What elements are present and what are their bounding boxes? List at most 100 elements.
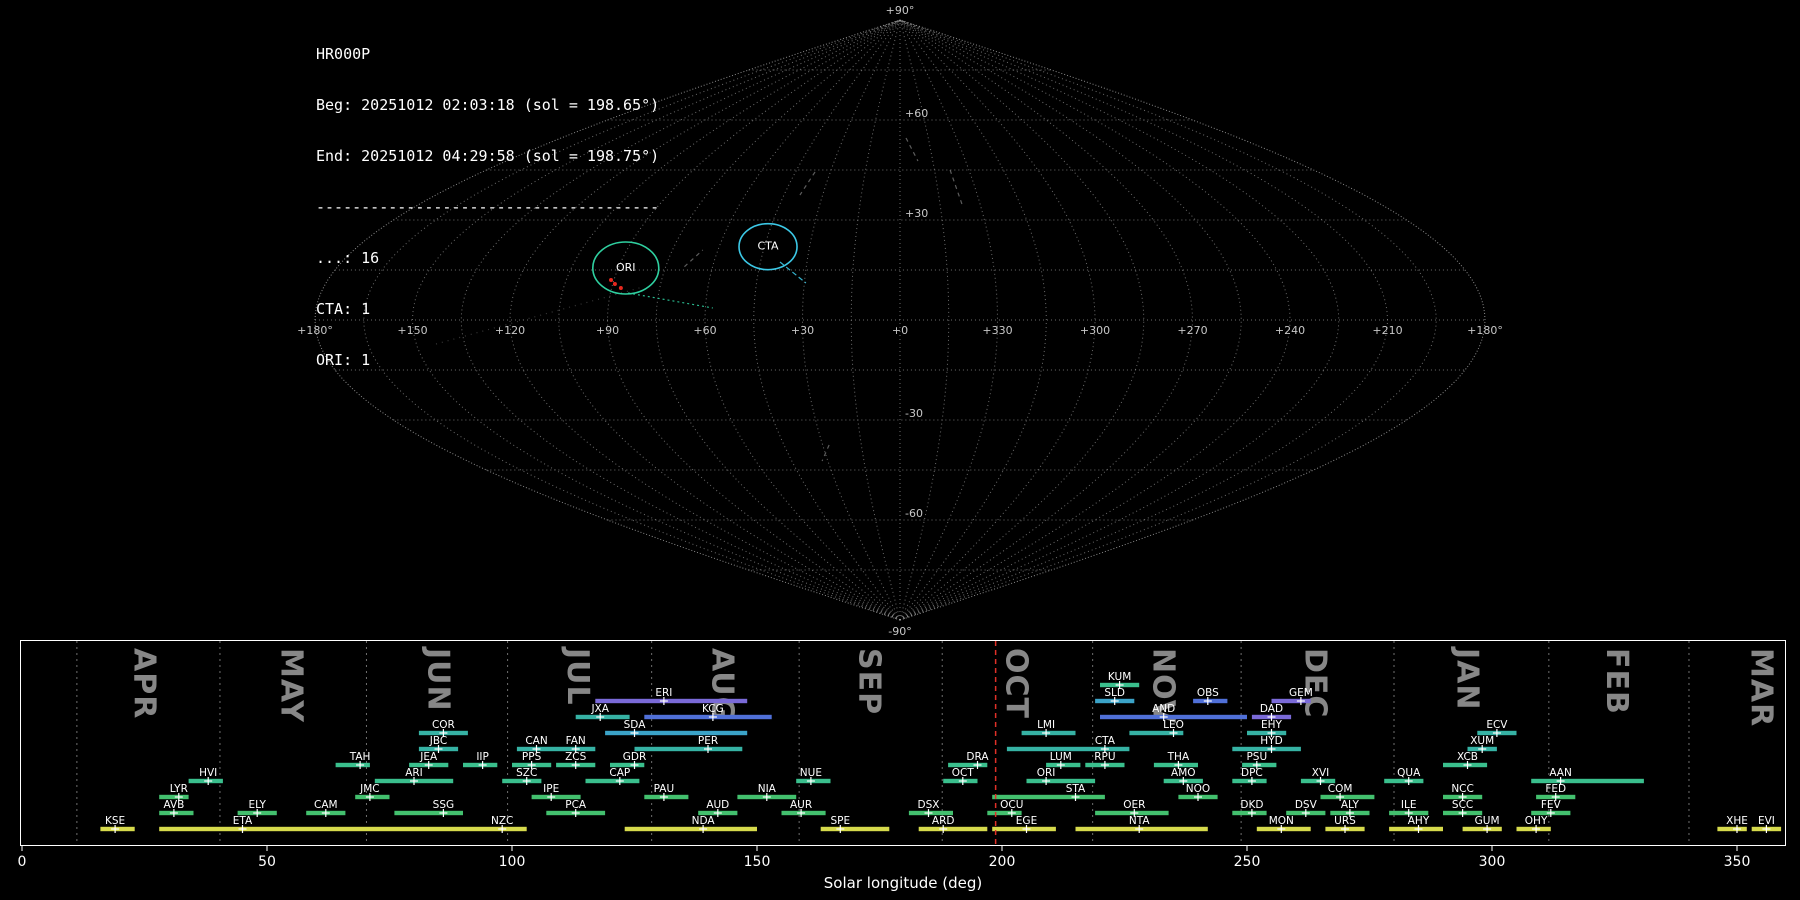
month-label-FEB: FEB bbox=[1599, 648, 1634, 715]
shower-label-IPE: IPE bbox=[543, 783, 559, 795]
shower-SZC: SZC bbox=[502, 767, 541, 785]
x-tick-label: 50 bbox=[258, 854, 276, 870]
shower-label-NOO: NOO bbox=[1186, 783, 1210, 795]
x-tick-label: 350 bbox=[1724, 854, 1751, 870]
shower-label-GDR: GDR bbox=[623, 751, 647, 763]
lon-label: +210 bbox=[1372, 324, 1402, 337]
shower-label-XCB: XCB bbox=[1457, 751, 1478, 763]
meteor-trail bbox=[822, 445, 829, 461]
shower-label-DRA: DRA bbox=[966, 751, 989, 763]
x-tick-label: 200 bbox=[989, 854, 1016, 870]
shower-JXA: JXA bbox=[576, 703, 630, 721]
radiant-label-CTA: CTA bbox=[757, 240, 779, 253]
month-label-DEC: DEC bbox=[1298, 648, 1333, 718]
shower-label-NCC: NCC bbox=[1451, 783, 1474, 795]
shower-bar-XHE bbox=[1717, 827, 1746, 831]
shower-bar-CAP bbox=[586, 779, 640, 783]
grid-meridian bbox=[900, 20, 1095, 620]
shower-bar-PER bbox=[635, 747, 743, 751]
x-axis-label: Solar longitude (deg) bbox=[824, 874, 982, 892]
shower-TAH: TAH bbox=[336, 751, 371, 769]
lon-label: +300 bbox=[1080, 324, 1110, 337]
month-label-MAR: MAR bbox=[1744, 648, 1779, 727]
shower-label-AND: AND bbox=[1152, 703, 1175, 715]
shower-label-PSU: PSU bbox=[1246, 751, 1267, 763]
shower-NDA: NDA bbox=[625, 815, 757, 833]
header-info: HR000P Beg: 20251012 02:03:18 (sol = 198… bbox=[316, 12, 659, 403]
meteor-trail bbox=[800, 172, 815, 195]
x-tick-label: 150 bbox=[744, 854, 771, 870]
shower-label-PER: PER bbox=[698, 735, 718, 747]
shower-label-SPE: SPE bbox=[830, 815, 850, 827]
shower-label-FEV: FEV bbox=[1541, 799, 1562, 811]
shower-label-DSX: DSX bbox=[918, 799, 940, 811]
shower-label-PPS: PPS bbox=[522, 751, 542, 763]
shower-bar-SSG bbox=[394, 811, 463, 815]
shower-label-CAP: CAP bbox=[609, 767, 630, 779]
shower-label-STA: STA bbox=[1066, 783, 1086, 795]
lat-label: +90° bbox=[886, 4, 915, 17]
month-label-MAY: MAY bbox=[274, 648, 309, 723]
x-tick-label: 0 bbox=[18, 854, 27, 870]
shower-OHY: OHY bbox=[1517, 815, 1551, 833]
lon-label: +240 bbox=[1275, 324, 1305, 337]
shower-bar-ETA bbox=[159, 827, 365, 831]
shower-label-CAN: CAN bbox=[525, 735, 547, 747]
shower-label-NTA: NTA bbox=[1129, 815, 1150, 827]
shower-label-DAD: DAD bbox=[1260, 703, 1283, 715]
shower-XHE: XHE bbox=[1717, 815, 1747, 833]
lon-label: +180° bbox=[1467, 324, 1503, 337]
shower-DPC: DPC bbox=[1232, 767, 1266, 785]
shower-NZC: NZC bbox=[365, 815, 527, 833]
shower-label-RPU: RPU bbox=[1094, 751, 1115, 763]
shower-bar-SZC bbox=[502, 779, 541, 783]
shower-label-ETA: ETA bbox=[233, 815, 253, 827]
shower-label-DPC: DPC bbox=[1241, 767, 1263, 779]
month-label-OCT: OCT bbox=[999, 648, 1034, 719]
shower-label-LEO: LEO bbox=[1163, 719, 1184, 731]
shower-bar-ERI bbox=[595, 699, 747, 703]
shower-label-ORI: ORI bbox=[1037, 767, 1056, 779]
shower-activity-timeline: APRMAYJUNJULAUGSEPOCTNOVDECJANFEBMARKUME… bbox=[0, 640, 1800, 900]
shower-label-AVB: AVB bbox=[163, 799, 184, 811]
shower-label-AAN: AAN bbox=[1549, 767, 1572, 779]
meteor-trail bbox=[950, 170, 962, 204]
shower-label-KSE: KSE bbox=[105, 815, 125, 827]
shower-label-CAM: CAM bbox=[314, 799, 338, 811]
shower-label-SCC: SCC bbox=[1452, 799, 1473, 811]
count-total: ...: 16 bbox=[316, 250, 659, 267]
shower-label-FAN: FAN bbox=[566, 735, 586, 747]
shower-EGE: EGE bbox=[992, 815, 1056, 833]
shower-label-FED: FED bbox=[1545, 783, 1566, 795]
shower-AVB: AVB bbox=[159, 799, 193, 817]
shower-label-GEM: GEM bbox=[1289, 687, 1313, 699]
lat-label: -30 bbox=[905, 407, 923, 420]
shower-label-ECV: ECV bbox=[1486, 719, 1508, 731]
shower-bar-GUM bbox=[1463, 827, 1502, 831]
shower-label-LMI: LMI bbox=[1037, 719, 1055, 731]
month-label-JUN: JUN bbox=[421, 646, 456, 712]
separator: -------------------------------------- bbox=[316, 199, 659, 216]
shower-label-QUA: QUA bbox=[1397, 767, 1421, 779]
shower-label-PAU: PAU bbox=[654, 783, 675, 795]
shower-label-CTA: CTA bbox=[1095, 735, 1116, 747]
shower-bar-SPE bbox=[821, 827, 890, 831]
shower-label-COM: COM bbox=[1328, 783, 1353, 795]
shower-NTA: NTA bbox=[1076, 815, 1208, 833]
shower-bar-NDA bbox=[625, 827, 757, 831]
shower-bar-SDA bbox=[605, 731, 747, 735]
shower-label-XUM: XUM bbox=[1470, 735, 1494, 747]
shower-label-KCG: KCG bbox=[702, 703, 724, 715]
shower-OBS: OBS bbox=[1193, 687, 1227, 705]
shower-label-AHY: AHY bbox=[1408, 815, 1430, 827]
meteor-observation-screen: HR000P Beg: 20251012 02:03:18 (sol = 198… bbox=[0, 0, 1800, 900]
shower-label-SDA: SDA bbox=[624, 719, 647, 731]
shower-label-AUD: AUD bbox=[706, 799, 729, 811]
lat-label: -60 bbox=[905, 507, 923, 520]
lat-label: -90° bbox=[888, 625, 911, 638]
shower-bar-KCG bbox=[644, 715, 771, 719]
shower-label-ELY: ELY bbox=[248, 799, 266, 811]
shower-label-ZCS: ZCS bbox=[565, 751, 587, 763]
shower-label-JMC: JMC bbox=[359, 783, 380, 795]
shower-NIA: NIA bbox=[737, 783, 796, 801]
